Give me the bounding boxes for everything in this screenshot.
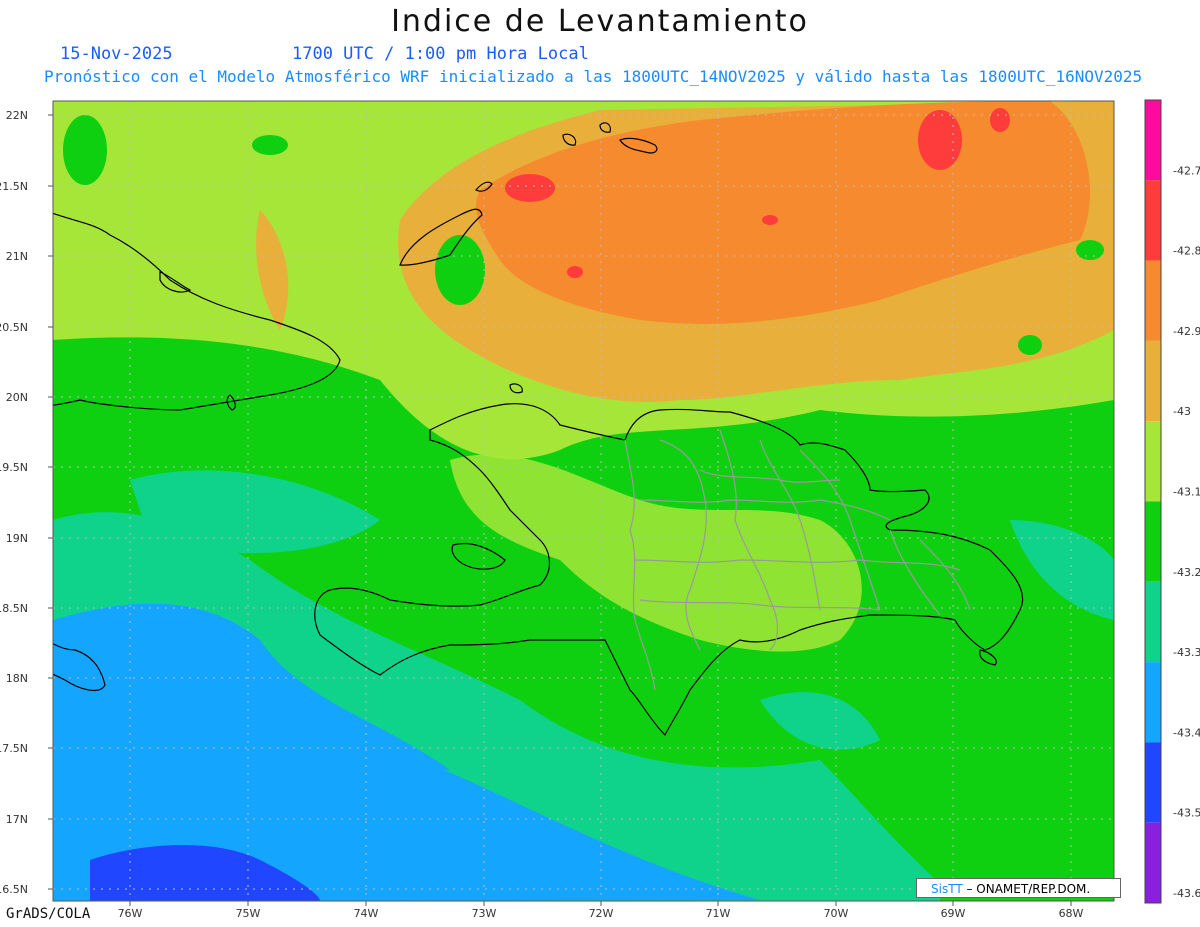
colorbar-label: -43.6 <box>1173 887 1200 900</box>
lon-label: 75W <box>236 907 261 920</box>
colorbar-label: -43.4 <box>1173 726 1200 739</box>
colorbar-label: -43.1 <box>1173 485 1200 498</box>
lon-label: 69W <box>941 907 966 920</box>
lat-label: 21N <box>6 250 28 263</box>
lon-label: 71W <box>706 907 731 920</box>
colorbar-label: -43 <box>1173 405 1191 418</box>
colorbar-swatch <box>1145 742 1161 823</box>
credit-box: SisTT – ONAMET/REP.DOM. <box>916 878 1121 898</box>
colorbar-label: -43.3 <box>1173 646 1200 659</box>
colorbar-label: -43.2 <box>1173 566 1200 579</box>
lat-label: 17N <box>6 813 28 826</box>
colorbar-swatch <box>1145 100 1161 181</box>
colorbar-swatch <box>1145 180 1161 261</box>
colorbar: -42.7 -42.8 -42.9 -43 -43.1 -43.2 -43.3 -43.4 -4… <box>1144 99 1200 904</box>
latitude-labels: 22N 21.5N 21N 20.5N 20N 19.5N 19N 18.5N … <box>0 109 28 896</box>
lifted-index-map: 22N 21.5N 21N 20.5N 20N 19.5N 19N 18.5N … <box>0 99 1200 920</box>
lat-label: 20N <box>6 391 28 404</box>
credit-brand: SisTT <box>931 882 963 896</box>
field-shading <box>53 101 1114 901</box>
colorbar-label: -42.7 <box>1173 164 1200 177</box>
colorbar-label: -42.9 <box>1173 325 1200 338</box>
lat-label: 19N <box>6 532 28 545</box>
lon-label: 70W <box>824 907 849 920</box>
colorbar-label: -43.5 <box>1173 807 1200 820</box>
lon-label: 76W <box>118 907 143 920</box>
longitude-labels: 76W 75W 74W 73W 72W 71W 70W 69W 68W <box>118 907 1084 920</box>
lat-label: 18.5N <box>0 602 28 615</box>
colorbar-swatch <box>1145 662 1161 743</box>
lon-label: 73W <box>472 907 497 920</box>
lat-label: 17.5N <box>0 742 28 755</box>
colorbar-swatch <box>1145 340 1161 422</box>
colorbar-swatch <box>1145 421 1161 502</box>
grads-footer: GrADS/COLA <box>6 906 91 922</box>
colorbar-swatch <box>1145 260 1161 341</box>
lat-label: 16.5N <box>0 883 28 896</box>
lat-label: 18N <box>6 672 28 685</box>
colorbar-label: -42.8 <box>1173 245 1200 258</box>
lon-label: 68W <box>1059 907 1084 920</box>
lat-label: 22N <box>6 109 28 122</box>
colorbar-swatch <box>1145 581 1161 663</box>
lon-label: 74W <box>354 907 379 920</box>
lon-label: 72W <box>589 907 614 920</box>
colorbar-swatch <box>1145 501 1161 582</box>
lat-label: 19.5N <box>0 461 28 474</box>
lat-label: 21.5N <box>0 180 28 193</box>
credit-text: – ONAMET/REP.DOM. <box>966 882 1091 896</box>
colorbar-swatch <box>1145 822 1161 903</box>
lat-label: 20.5N <box>0 321 28 334</box>
